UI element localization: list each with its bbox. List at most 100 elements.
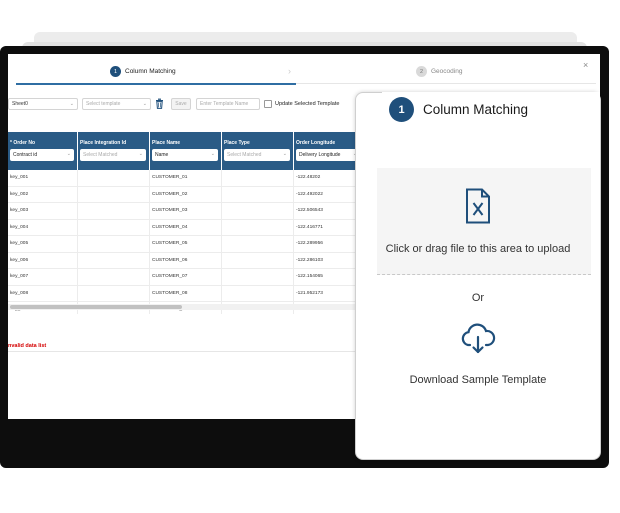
or-separator: Or xyxy=(471,292,485,304)
excel-file-icon xyxy=(465,188,491,229)
table-row: key_003 CUSTOMER_03 -122.506543 xyxy=(8,203,358,220)
step-label: Geocoding xyxy=(431,68,463,75)
column-match-value: Name xyxy=(155,152,169,158)
template-select-placeholder: Select template xyxy=(86,101,121,107)
divider xyxy=(8,351,358,352)
table-cell: -122.416771 xyxy=(296,224,323,230)
table-cell: -122.48202 xyxy=(296,175,321,180)
column-header: Place Type Select Matched ⌄ xyxy=(222,132,294,170)
table-cell: CUSTOMER_02 xyxy=(150,186,222,202)
table-cell: key_003 xyxy=(8,203,78,219)
chevron-down-icon: ⌄ xyxy=(69,101,74,107)
column-match-value: Contract id xyxy=(13,152,38,158)
column-match-select[interactable]: Name ⌄ xyxy=(152,149,218,161)
chevron-down-icon: ⌄ xyxy=(282,151,287,157)
update-template-toggle[interactable]: Update Selected Template xyxy=(264,98,339,110)
table-header: * Order No Contract id ⌄ Place Integrati… xyxy=(8,132,358,170)
table-cell: CUSTOMER_08 xyxy=(150,285,222,301)
table-row: key_007 CUSTOMER_07 -122.154065 xyxy=(8,269,358,286)
data-table: * Order No Contract id ⌄ Place Integrati… xyxy=(8,132,358,314)
column-title: Place Type xyxy=(224,140,250,146)
table-cell xyxy=(78,269,150,285)
save-button[interactable]: Save xyxy=(171,98,191,110)
column-title: * Order No xyxy=(10,140,36,146)
table-cell xyxy=(78,170,150,186)
cloud-download-icon[interactable] xyxy=(460,323,496,360)
table-cell: CUSTOMER_06 xyxy=(150,252,222,268)
chevron-down-icon: ⌄ xyxy=(210,151,215,157)
chevron-down-icon: ⌄ xyxy=(142,101,147,107)
table-cell: -121.952173 xyxy=(296,290,323,296)
chevron-down-icon: ⌄ xyxy=(138,151,143,157)
upload-panel xyxy=(355,92,601,460)
table-cell xyxy=(222,219,294,235)
table-cell: -122.286103 xyxy=(296,257,323,263)
column-header: * Order No Contract id ⌄ xyxy=(8,132,78,170)
column-header: Place Name Name ⌄ xyxy=(150,132,222,170)
column-title: Order Longitude xyxy=(296,140,336,146)
chevron-down-icon: ⌄ xyxy=(66,151,71,157)
column-header: Order Longitude Delivery Longitude ⌄ xyxy=(294,132,358,170)
trash-icon[interactable] xyxy=(155,98,165,110)
table-cell: key_005 xyxy=(8,236,78,252)
invalid-data-heading: nvalid data list xyxy=(8,343,47,349)
table-body: key_001 CUSTOMER_01 -122.48202 key_002 C… xyxy=(8,170,358,314)
table-cell: key_006 xyxy=(8,252,78,268)
table-cell: -122.506543 xyxy=(296,208,323,213)
table-cell xyxy=(78,219,150,235)
table-row: key_002 CUSTOMER_02 -122.492022 xyxy=(8,186,358,203)
step-column-matching[interactable]: 1 Column Matching xyxy=(110,66,176,77)
column-match-select[interactable]: Select Matched ⌄ xyxy=(224,149,290,161)
table-cell xyxy=(78,186,150,202)
template-name-placeholder: Enter Template Name xyxy=(200,101,249,107)
step-number: 2 xyxy=(416,66,427,77)
sheet-select[interactable]: Sheet0 ⌄ xyxy=(8,98,78,110)
panel-title: Column Matching xyxy=(423,102,529,117)
table-row: key_005 CUSTOMER_05 -122.289956 xyxy=(8,236,358,253)
table-row: key_001 CUSTOMER_01 -122.48202 xyxy=(8,170,358,187)
close-icon[interactable]: × xyxy=(583,60,588,70)
column-match-select[interactable]: Select Matched ⌄ xyxy=(80,149,146,161)
chevron-right-icon: › xyxy=(288,66,291,76)
table-cell: key_001 xyxy=(8,170,78,186)
template-select[interactable]: Select template ⌄ xyxy=(82,98,151,110)
column-match-placeholder: Select Matched xyxy=(83,152,118,158)
table-cell xyxy=(78,203,150,219)
step-label: Column Matching xyxy=(125,68,176,75)
table-cell: CUSTOMER_03 xyxy=(150,203,222,219)
table-row: key_006 CUSTOMER_06 -122.286103 xyxy=(8,252,358,269)
column-title: Place Name xyxy=(152,140,181,146)
step-divider xyxy=(296,83,596,84)
scrollbar-thumb[interactable] xyxy=(10,305,182,309)
table-cell xyxy=(78,285,150,301)
table-cell: CUSTOMER_07 xyxy=(150,269,222,285)
table-cell: key_002 xyxy=(8,186,78,202)
download-sample-link[interactable]: Download Sample Template xyxy=(377,374,579,386)
table-cell xyxy=(78,236,150,252)
template-name-input[interactable]: Enter Template Name xyxy=(196,98,260,110)
table-cell: -122.289956 xyxy=(296,241,323,246)
column-header: Place Integration Id Select Matched ⌄ xyxy=(78,132,150,170)
table-row: key_008 CUSTOMER_08 -121.952173 xyxy=(8,285,358,302)
table-cell xyxy=(222,285,294,301)
column-match-placeholder: Select Matched xyxy=(227,152,262,158)
table-cell: CUSTOMER_04 xyxy=(150,219,222,235)
table-cell: -122.492022 xyxy=(296,191,323,197)
table-cell: key_007 xyxy=(8,269,78,285)
table-cell: key_004 xyxy=(8,219,78,235)
column-match-select[interactable]: Delivery Longitude ⌄ xyxy=(296,149,358,161)
update-template-checkbox[interactable] xyxy=(264,100,272,108)
table-cell xyxy=(222,236,294,252)
table-cell xyxy=(222,203,294,219)
step-number: 1 xyxy=(110,66,121,77)
column-title: Place Integration Id xyxy=(80,140,127,146)
table-row: key_004 CUSTOMER_04 -122.416771 xyxy=(8,219,358,236)
table-cell: CUSTOMER_01 xyxy=(150,170,222,186)
table-cell xyxy=(222,170,294,186)
table-cell xyxy=(222,252,294,268)
table-cell: CUSTOMER_05 xyxy=(150,236,222,252)
column-match-select[interactable]: Contract id ⌄ xyxy=(10,149,74,161)
step-geocoding[interactable]: 2 Geocoding xyxy=(416,66,462,77)
table-cell xyxy=(222,186,294,202)
sheet-select-value: Sheet0 xyxy=(12,101,28,107)
